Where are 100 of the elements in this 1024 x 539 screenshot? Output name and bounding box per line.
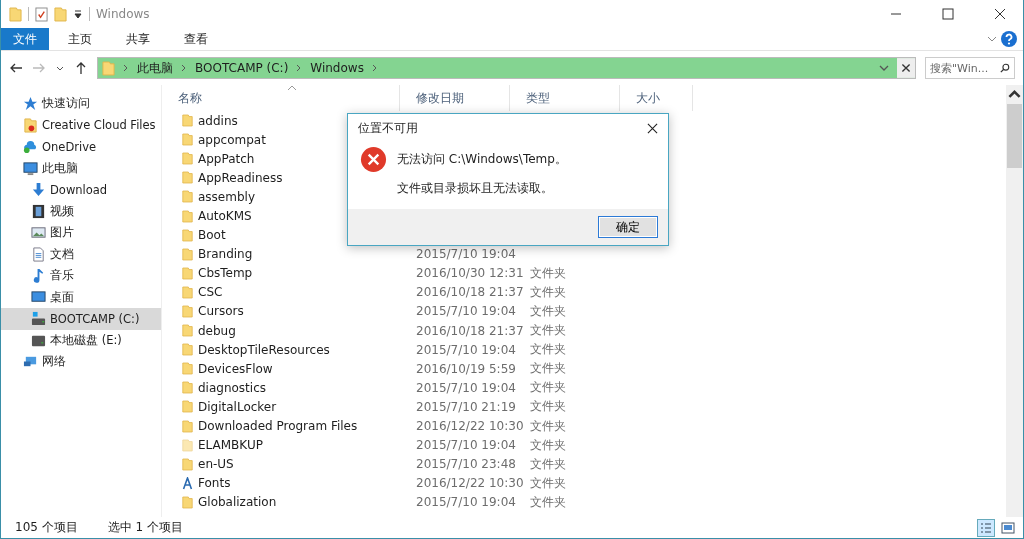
breadcrumb-item[interactable]: BOOTCAMP (C:) [195, 61, 289, 75]
sidebar-item[interactable]: 网络 [1, 351, 161, 373]
folder-icon [182, 247, 193, 261]
sidebar-item[interactable]: Creative Cloud Files [1, 114, 161, 136]
help-icon[interactable] [1001, 31, 1017, 47]
file-name[interactable]: Branding [198, 247, 253, 262]
sidebar-item[interactable]: 文档 [1, 243, 161, 265]
file-name[interactable]: assembly [198, 189, 255, 204]
file-name[interactable]: Cursors [198, 304, 244, 319]
file-type: 文件夹 [530, 264, 566, 282]
file-name[interactable]: debug [198, 323, 236, 338]
properties-icon[interactable] [35, 6, 48, 22]
folder-icon [182, 381, 193, 395]
sidebar-item[interactable]: OneDrive [1, 136, 161, 158]
file-name[interactable]: CSC [198, 285, 223, 300]
chevron-right-icon [371, 63, 378, 73]
search-field[interactable]: 搜索"Win... [925, 57, 1015, 79]
sidebar-item[interactable]: 快速访问 [1, 93, 161, 115]
search-icon [1000, 62, 1010, 74]
modified-date: 2015/7/10 19:04 [416, 438, 516, 453]
file-name[interactable]: DigitalLocker [198, 399, 277, 414]
file-name[interactable]: Boot [198, 228, 226, 243]
details-view-icon[interactable] [977, 518, 995, 537]
file-type: 文件夹 [530, 417, 566, 435]
column-header[interactable]: 大小 [620, 85, 693, 111]
folder-icon [182, 343, 193, 357]
modified-date: 2015/7/10 19:04 [416, 304, 516, 319]
file-name[interactable]: addins [198, 113, 238, 128]
address-bar[interactable]: 此电脑 BOOTCAMP (C:) Windows [97, 57, 916, 79]
file-name[interactable]: appcompat [198, 132, 266, 147]
file-name[interactable]: AutoKMS [198, 209, 252, 223]
modified-date: 2015/7/10 19:04 [416, 380, 516, 395]
sidebar-item[interactable]: BOOTCAMP (C:) [1, 308, 161, 330]
ribbon-tab[interactable]: 文件 [1, 28, 49, 50]
scrollbar[interactable] [1006, 85, 1023, 517]
error-detail: 文件或目录损坏且无法读取。 [397, 180, 554, 197]
music-note-icon [31, 268, 46, 284]
modified-date: 2016/10/18 21:37 [416, 323, 524, 338]
column-header[interactable]: 类型 [510, 85, 620, 111]
down-arrow-icon [31, 182, 46, 198]
folder-icon [9, 6, 22, 22]
breadcrumb-item[interactable]: 此电脑 [137, 59, 173, 77]
file-name[interactable]: diagnostics [198, 380, 266, 395]
folder-icon [182, 495, 193, 509]
column-header[interactable]: 名称 [162, 85, 400, 111]
cloud-icon [23, 139, 38, 155]
folder-icon [182, 133, 193, 147]
drive-icon [31, 311, 46, 327]
chevron-down-icon[interactable] [879, 63, 889, 73]
file-name[interactable]: AppPatch [198, 151, 255, 166]
sidebar-item[interactable]: 视频 [1, 200, 161, 222]
modified-date: 2016/10/30 12:31 [416, 266, 524, 281]
file-name[interactable]: en-US [198, 457, 234, 472]
file-name[interactable]: CbsTemp [198, 266, 253, 281]
selection-count: 选中 1 个项目 [107, 519, 183, 536]
modified-date: 2016/10/19 5:59 [416, 361, 516, 376]
file-type: 文件夹 [530, 455, 566, 473]
back-arrow-icon[interactable] [9, 61, 23, 75]
folder-icon [182, 400, 193, 414]
sidebar-item[interactable]: 桌面 [1, 286, 161, 308]
sidebar-item[interactable]: 此电脑 [1, 157, 161, 179]
up-arrow-icon[interactable] [74, 61, 88, 75]
error-message: 无法访问 C:\Windows\Temp。 [397, 151, 567, 168]
file-name[interactable]: ELAMBKUP [198, 438, 263, 453]
file-name[interactable]: Globalization [198, 495, 277, 510]
dropdown-icon[interactable] [73, 9, 83, 19]
modified-date: 2015/7/10 19:04 [416, 342, 516, 357]
column-header[interactable]: 修改日期 [400, 85, 510, 111]
folder-icon [182, 324, 193, 338]
font-icon [182, 476, 193, 490]
file-name[interactable]: DesktopTileResources [198, 342, 330, 357]
file-name[interactable]: Fonts [198, 476, 231, 491]
star-icon [23, 96, 38, 112]
close-icon[interactable] [897, 58, 915, 78]
folder-icon [182, 362, 193, 376]
ribbon-tab[interactable]: 主页 [53, 28, 107, 50]
folder-icon [182, 266, 193, 280]
ribbon-tab[interactable]: 查看 [169, 28, 223, 50]
chevron-right-icon [123, 63, 129, 73]
folder-icon [182, 228, 193, 242]
close-icon[interactable] [647, 122, 658, 134]
folder-icon [182, 114, 193, 128]
ok-button[interactable]: 确定 [598, 216, 658, 238]
sidebar-item[interactable]: 音乐 [1, 265, 161, 287]
file-name[interactable]: AppReadiness [198, 170, 283, 185]
file-name[interactable]: Downloaded Program Files [198, 419, 358, 434]
file-name[interactable]: DevicesFlow [198, 361, 273, 376]
sidebar-item[interactable]: 图片 [1, 222, 161, 244]
folder-icon [102, 60, 115, 76]
scrollbar-thumb[interactable] [1007, 104, 1022, 168]
sidebar-item[interactable]: 本地磁盘 (E:) [1, 329, 161, 351]
breadcrumb-item[interactable]: Windows [310, 61, 364, 75]
modified-date: 2015/7/10 19:04 [416, 247, 516, 262]
file-type: 文件夹 [530, 360, 566, 378]
document-icon [31, 246, 46, 262]
ribbon-tab[interactable]: 共享 [111, 28, 165, 50]
chevron-down-icon[interactable] [987, 34, 997, 44]
error-icon [360, 146, 387, 173]
film-icon [31, 203, 46, 219]
sidebar-item[interactable]: Download [1, 179, 161, 201]
